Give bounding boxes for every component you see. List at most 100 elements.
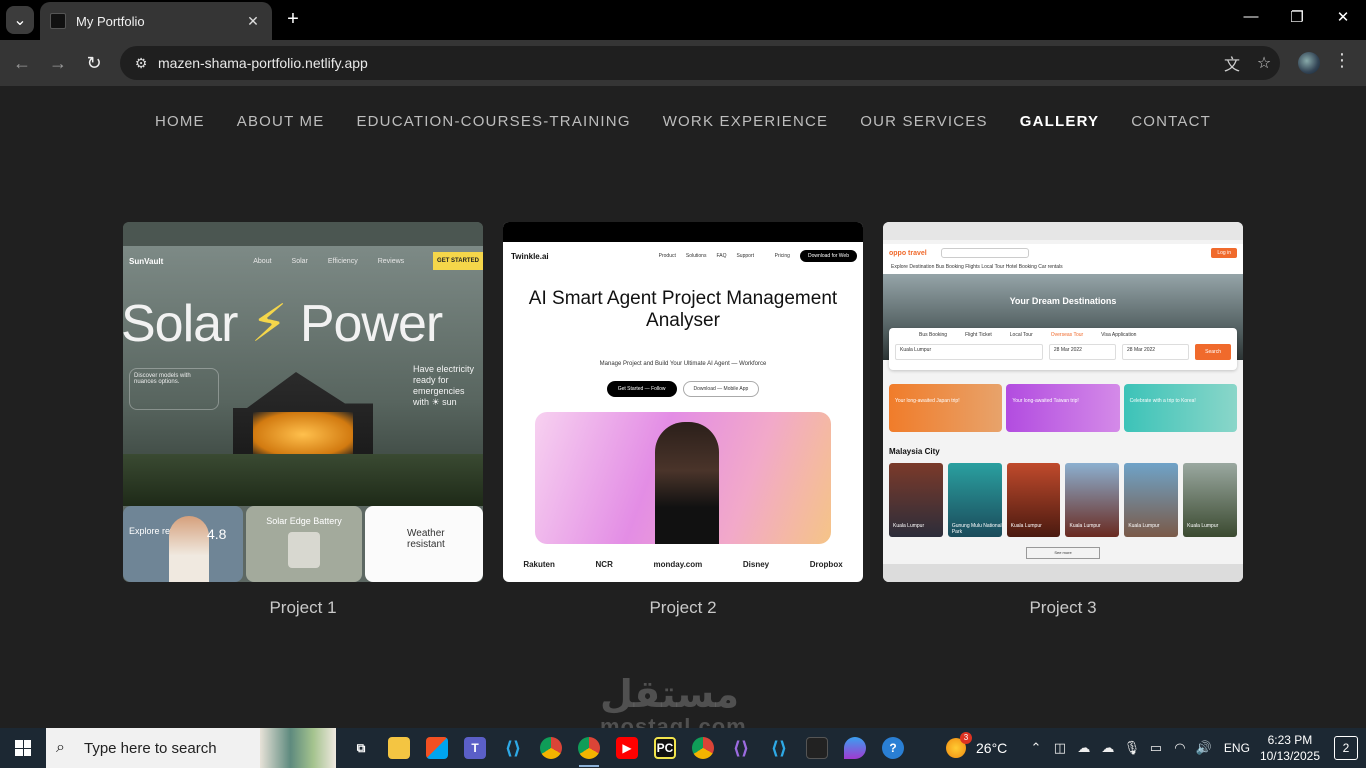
weather-widget[interactable]: 3 26°C [946, 732, 1007, 758]
taskbar-search[interactable]: ⌕ Type here to search [46, 728, 336, 768]
pinned-apps: ⧉ T ⟨⟩ ▶ PC ⟨⟩ ⟨⟩ ? [342, 728, 912, 768]
help-button[interactable]: ? [874, 728, 912, 768]
date-from-field: 28 Mar 2022 [1048, 344, 1117, 360]
project-2-screenshot[interactable]: Twinkle.ai Product Solutions FAQ Support… [503, 222, 863, 582]
pycharm-button[interactable]: PC [646, 728, 684, 768]
site-info-icon[interactable]: ⚙ [126, 55, 156, 72]
booking-tab: Flight Ticket [965, 332, 992, 338]
file-explorer-button[interactable] [380, 728, 418, 768]
chrome-icon [578, 737, 600, 759]
vs-button[interactable]: ⟨⟩ [722, 728, 760, 768]
twinkle-buttons: Get Started — Follow Download — Mobile A… [503, 381, 863, 397]
promo-card: Your long-awaited Japan trip! [889, 384, 1003, 432]
terminal-icon [806, 737, 828, 759]
cloud-icon[interactable]: ☁ [1072, 740, 1096, 756]
site-nav: HOME ABOUT ME EDUCATION-COURSES-TRAINING… [0, 113, 1366, 130]
help-icon: ? [882, 737, 904, 759]
client-logos: Rakuten NCR monday.com Disney Dropbox [503, 560, 863, 569]
taskbar-search-placeholder[interactable]: Type here to search [84, 740, 217, 757]
vscode-button[interactable]: ⟨⟩ [494, 728, 532, 768]
forward-arrow-icon[interactable]: → [46, 51, 70, 75]
notification-center-button[interactable]: 2 [1334, 736, 1358, 760]
kebab-menu-icon[interactable]: ⋮ [1332, 50, 1352, 71]
paint-button[interactable] [836, 728, 874, 768]
project-card-1[interactable]: SunVault About Solar Efficiency Reviews … [123, 222, 483, 618]
bolt-icon: ⚡ [250, 295, 288, 353]
new-tab-button[interactable]: + [282, 8, 304, 30]
reload-icon[interactable]: ↻ [82, 51, 106, 75]
portfolio-page: HOME ABOUT ME EDUCATION-COURSES-TRAINING… [0, 86, 1366, 728]
project-caption: Project 2 [649, 598, 717, 617]
browser-toolbar: ← → ↻ ⚙ mazen-shama-portfolio.netlify.ap… [0, 40, 1366, 86]
restore-button[interactable]: ❐ [1282, 8, 1312, 26]
visual-studio-icon: ⟨⟩ [732, 737, 750, 758]
nav-work-experience[interactable]: WORK EXPERIENCE [663, 113, 829, 130]
info-card: Discover models with nuances options. [129, 368, 219, 410]
gallery-grid: SunVault About Solar Efficiency Reviews … [123, 222, 1243, 618]
client-logo: Dropbox [809, 560, 843, 569]
task-view-button[interactable]: ⧉ [342, 728, 380, 768]
search-badge: Search [1195, 344, 1231, 360]
youtube-button[interactable]: ▶ [608, 728, 646, 768]
terminal-button[interactable] [798, 728, 836, 768]
volume-icon[interactable]: 🔊 [1192, 740, 1216, 756]
minimize-button[interactable]: — [1236, 8, 1266, 25]
search-icon: ⌕ [56, 739, 65, 756]
meet-icon[interactable]: ◫ [1048, 740, 1072, 756]
chrome-active-button[interactable] [570, 728, 608, 768]
get-started-badge: Get Started — Follow [606, 381, 677, 397]
task-view-icon: ⧉ [356, 740, 366, 755]
teams-button[interactable]: T [456, 728, 494, 768]
nav-home[interactable]: HOME [155, 113, 205, 130]
nav-contact[interactable]: CONTACT [1131, 113, 1211, 130]
chrome-profile-button[interactable] [684, 728, 722, 768]
project-1-screenshot[interactable]: SunVault About Solar Efficiency Reviews … [123, 222, 483, 582]
start-button[interactable] [0, 728, 46, 768]
nav-our-services[interactable]: OUR SERVICES [860, 113, 988, 130]
store-button[interactable] [418, 728, 456, 768]
url-text[interactable]: mazen-shama-portfolio.netlify.app [158, 55, 1216, 71]
project-card-3[interactable]: oppo travel Log in Explore Destination B… [883, 222, 1243, 618]
tab-close-icon[interactable]: ✕ [244, 13, 262, 30]
battery-icon[interactable]: ▭ [1144, 740, 1168, 756]
chrome-icon [540, 737, 562, 759]
project-3-screenshot[interactable]: oppo travel Log in Explore Destination B… [883, 222, 1243, 582]
microphone-icon[interactable]: 🎙 [1120, 740, 1144, 756]
close-window-button[interactable]: ✕ [1328, 8, 1358, 26]
chrome-button[interactable] [532, 728, 570, 768]
favicon-icon [50, 13, 66, 29]
folder-icon [388, 737, 410, 759]
wifi-icon[interactable]: ◠ [1168, 740, 1192, 756]
nav-education[interactable]: EDUCATION-COURSES-TRAINING [356, 113, 630, 130]
translate-icon[interactable]: 文 [1216, 51, 1248, 75]
cloud-off-icon[interactable]: ☁ [1096, 740, 1120, 756]
destination-field: Kuala Lumpur [895, 344, 1043, 360]
project-caption: Project 3 [1029, 598, 1097, 617]
vscode-2-button[interactable]: ⟨⟩ [760, 728, 798, 768]
project-caption: Project 1 [269, 598, 337, 617]
chevron-up-icon[interactable]: ⌃ [1024, 740, 1048, 756]
tab-search-button[interactable]: ⌄ [6, 6, 34, 34]
browser-tab-bar: ⌄ My Portfolio ✕ + — ❐ ✕ [0, 0, 1366, 40]
clock[interactable]: 6:23 PM 10/13/2025 [1260, 732, 1320, 764]
bookmark-star-icon[interactable]: ☆ [1248, 53, 1280, 73]
nav-gallery[interactable]: GALLERY [1020, 113, 1100, 130]
oppo-menu: Explore Destination Bus Booking Flights … [883, 262, 1243, 274]
project-card-2[interactable]: Twinkle.ai Product Solutions FAQ Support… [503, 222, 863, 618]
client-logo: monday.com [653, 560, 703, 569]
language-indicator[interactable]: ENG [1224, 741, 1250, 755]
pycharm-icon: PC [654, 737, 676, 759]
profile-avatar[interactable] [1298, 52, 1320, 74]
booking-fields: Kuala Lumpur 28 Mar 2022 28 Mar 2022 Sea… [889, 342, 1237, 362]
browser-tab[interactable]: My Portfolio ✕ [40, 2, 272, 40]
back-arrow-icon[interactable]: ← [10, 51, 34, 75]
twinkle-menu-item: FAQ [716, 253, 727, 259]
nav-about-me[interactable]: ABOUT ME [237, 113, 325, 130]
banner-title: Your Dream Destinations [1009, 296, 1117, 306]
download-badge: Download for Web [799, 250, 857, 262]
sunvault-header: SunVault About Solar Efficiency Reviews [123, 252, 483, 270]
clock-date: 10/13/2025 [1259, 749, 1320, 763]
address-bar[interactable]: ⚙ mazen-shama-portfolio.netlify.app 文 ☆ [120, 46, 1280, 80]
sunvault-menu-item: Solar [291, 257, 308, 265]
hero-word: Power [299, 295, 443, 353]
